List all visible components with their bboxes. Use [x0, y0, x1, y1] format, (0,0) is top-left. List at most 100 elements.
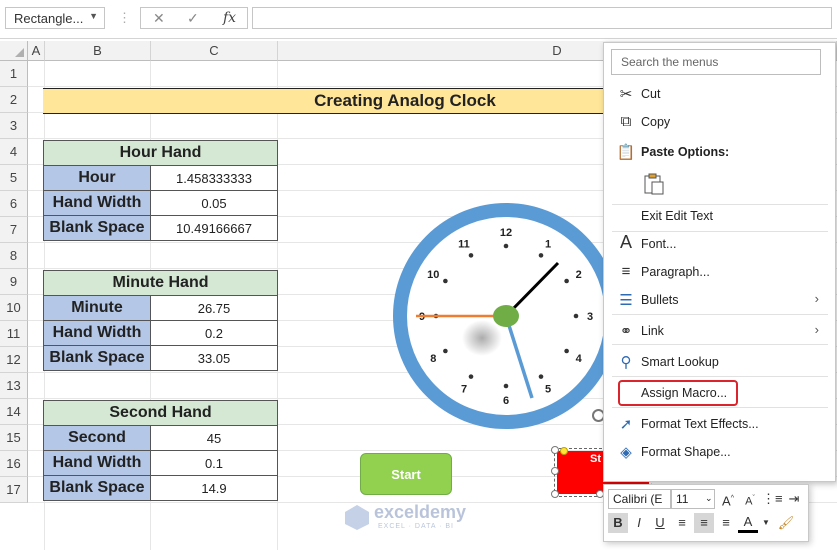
- align-left-icon[interactable]: ≡: [672, 513, 692, 533]
- row-header[interactable]: 16: [0, 451, 28, 477]
- chevron-down-icon[interactable]: ▼: [89, 11, 98, 21]
- menu-item-font[interactable]: A Font...: [604, 231, 833, 257]
- assign-macro-highlight: [618, 380, 738, 406]
- cell-value[interactable]: 0.1: [150, 450, 278, 476]
- clock-tick: [564, 278, 569, 284]
- name-box[interactable]: Rectangle... ▼: [5, 7, 105, 29]
- numbering-icon[interactable]: ⋮≡: [762, 489, 783, 509]
- menu-item-paste-options: 📋 Paste Options:: [604, 139, 833, 165]
- analog-clock[interactable]: 121234567891011: [390, 196, 626, 432]
- clock-tick: [503, 243, 509, 249]
- mini-toolbar: Calibri (E 11 ⌄ A^ Aˇ ⋮≡ ⇥ B I U ≡ ≡ ≡ A…: [603, 484, 809, 542]
- row-header[interactable]: 3: [0, 113, 28, 139]
- clock-number: 7: [461, 384, 467, 396]
- shrink-font-icon[interactable]: Aˇ: [740, 489, 760, 509]
- font-icon: A: [619, 232, 632, 252]
- clock-center: [493, 305, 519, 327]
- align-right-icon[interactable]: ≡: [716, 513, 736, 533]
- menu-item-copy[interactable]: ⧉ Copy: [604, 109, 833, 135]
- column-header-c[interactable]: C: [151, 41, 278, 61]
- paste-option-button[interactable]: [641, 171, 669, 199]
- start-button[interactable]: Start: [360, 453, 452, 495]
- adjust-handle[interactable]: [560, 447, 568, 455]
- menu-item-label: Copy: [641, 115, 671, 129]
- cell-value[interactable]: 26.75: [150, 295, 278, 321]
- cell-value[interactable]: 10.49166667: [150, 215, 278, 241]
- clock-number: 4: [576, 353, 583, 365]
- row-header[interactable]: 1: [0, 61, 28, 87]
- resize-handle[interactable]: [551, 490, 559, 498]
- row-header[interactable]: 10: [0, 295, 28, 321]
- italic-button[interactable]: I: [629, 513, 649, 533]
- underline-button[interactable]: U: [650, 513, 670, 533]
- menu-item-cut[interactable]: ✂ Cut: [604, 81, 833, 107]
- formula-input[interactable]: [252, 7, 832, 29]
- menu-search-input[interactable]: Search the menus: [611, 49, 821, 75]
- context-menu: Search the menus ✂ Cut ⧉ Copy 📋 Paste Op…: [603, 42, 836, 482]
- cell-value[interactable]: 14.9: [150, 475, 278, 501]
- cell-value[interactable]: 45: [150, 425, 278, 451]
- menu-item-label: Bullets: [641, 293, 679, 307]
- font-name-value: Calibri (E: [613, 492, 663, 506]
- row-label: Minute: [43, 295, 151, 321]
- column-header-b[interactable]: B: [45, 41, 151, 61]
- menu-item-smart-lookup[interactable]: ⚲ Smart Lookup: [604, 349, 833, 375]
- insert-function-icon[interactable]: fx: [223, 10, 236, 26]
- search-icon: ⚲: [620, 354, 632, 371]
- table-header: Hour Hand: [43, 140, 278, 166]
- paste-icon: 📋: [616, 144, 636, 161]
- row-header[interactable]: 5: [0, 165, 28, 191]
- row-header[interactable]: 15: [0, 425, 28, 451]
- clock-tick: [468, 253, 474, 258]
- font-size-select[interactable]: 11 ⌄: [671, 489, 715, 509]
- row-label: Hour: [43, 165, 151, 191]
- text-effects-icon: ➚: [619, 416, 633, 433]
- chevron-right-icon: ›: [814, 291, 819, 306]
- menu-item-paragraph[interactable]: ≡ Paragraph...: [604, 259, 833, 285]
- cell-value[interactable]: 0.2: [150, 320, 278, 346]
- align-center-icon[interactable]: ≡: [694, 513, 714, 533]
- row-header[interactable]: 11: [0, 321, 28, 347]
- more-options-icon[interactable]: ⋮: [118, 10, 131, 26]
- clock-tick: [573, 313, 579, 319]
- row-header[interactable]: 9: [0, 269, 28, 295]
- row-header[interactable]: 8: [0, 243, 28, 269]
- menu-item-format-shape[interactable]: ◈ Format Shape...: [604, 439, 833, 465]
- resize-handle[interactable]: [551, 467, 559, 475]
- cell-value[interactable]: 0.05: [150, 190, 278, 216]
- column-header-a[interactable]: A: [28, 41, 45, 61]
- chevron-down-icon[interactable]: ▼: [756, 513, 776, 533]
- row-header[interactable]: 7: [0, 217, 28, 243]
- row-header[interactable]: 4: [0, 139, 28, 165]
- row-label: Blank Space: [43, 345, 151, 371]
- row-header[interactable]: 2: [0, 87, 28, 113]
- menu-item-bullets[interactable]: ☰ Bullets ›: [604, 287, 833, 313]
- select-all-corner[interactable]: [0, 41, 28, 61]
- indent-icon[interactable]: ⇥: [784, 489, 804, 509]
- name-box-value: Rectangle...: [14, 11, 84, 26]
- link-icon: ⚭: [619, 323, 633, 340]
- menu-item-exit-edit-text[interactable]: Exit Edit Text: [604, 203, 833, 229]
- cell-value[interactable]: 1.458333333: [150, 165, 278, 191]
- clock-number: 5: [545, 384, 551, 396]
- row-header[interactable]: 13: [0, 373, 28, 399]
- row-header[interactable]: 12: [0, 347, 28, 373]
- menu-item-link[interactable]: ⚭ Link ›: [604, 318, 833, 344]
- bold-button[interactable]: B: [608, 513, 628, 533]
- menu-item-format-text-effects[interactable]: ➚ Format Text Effects...: [604, 411, 833, 437]
- cell-value[interactable]: 33.05: [150, 345, 278, 371]
- row-header[interactable]: 6: [0, 191, 28, 217]
- font-color-icon[interactable]: A: [738, 513, 758, 533]
- grow-font-icon[interactable]: A^: [718, 489, 738, 509]
- font-name-select[interactable]: Calibri (E: [608, 489, 671, 509]
- cancel-icon[interactable]: ✕: [153, 10, 165, 27]
- row-header[interactable]: 17: [0, 477, 28, 503]
- row-header[interactable]: 14: [0, 399, 28, 425]
- resize-handle[interactable]: [551, 446, 559, 454]
- clock-number: 8: [430, 353, 436, 365]
- format-shape-icon: ◈: [620, 444, 632, 461]
- minute-hand-table: Minute Hand Minute 26.75 Hand Width 0.2 Bl…: [43, 270, 278, 371]
- enter-icon[interactable]: ✓: [187, 10, 199, 27]
- format-painter-icon[interactable]: 🖌: [776, 513, 796, 533]
- shrink-font-label: A: [745, 495, 753, 508]
